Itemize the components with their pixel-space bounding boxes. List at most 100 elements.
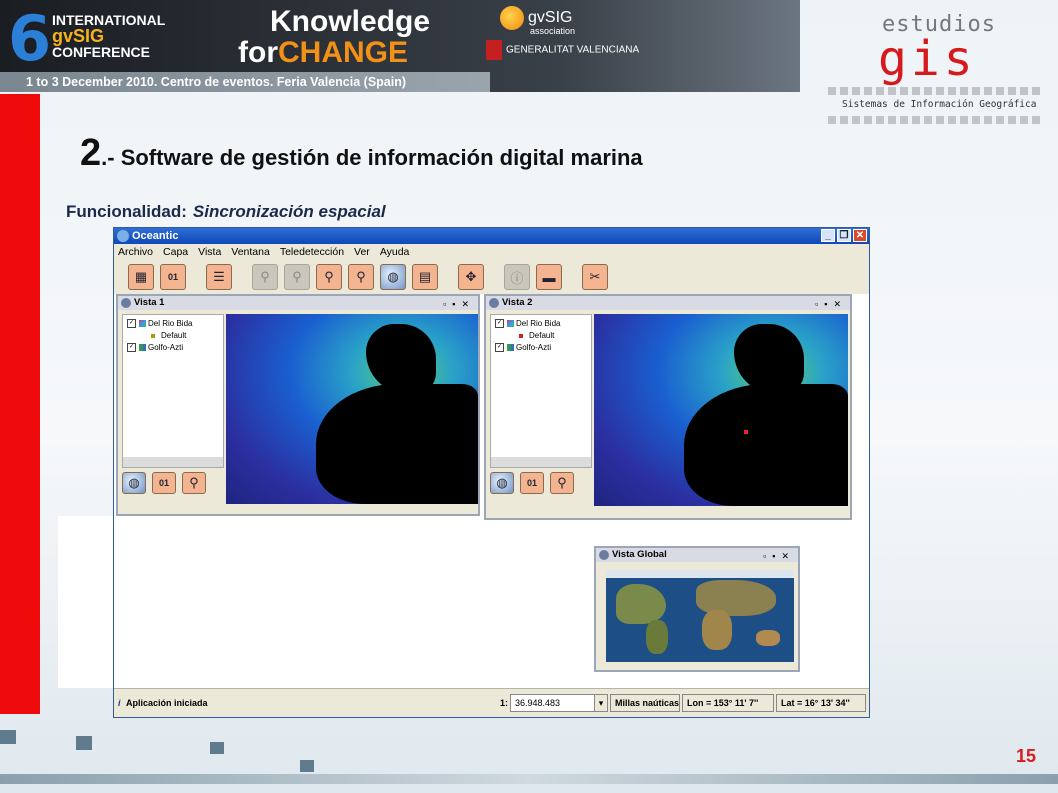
tools-button[interactable]: ✂	[582, 264, 608, 290]
scale-input[interactable]: 36.948.483	[510, 694, 606, 712]
polar-ice	[606, 570, 794, 578]
k4c-change: CHANGE	[278, 36, 409, 69]
info-button[interactable]: ⓘ	[504, 264, 530, 290]
latitude-value: Lat = 16° 13' 34''	[781, 698, 850, 708]
view-toolbar: ◍ 01 ⚲	[122, 472, 206, 494]
scale-value: 36.948.483	[515, 698, 561, 708]
map-canvas[interactable]	[226, 314, 478, 504]
menu-teledeteccion[interactable]: Teledetección	[280, 244, 344, 260]
k4c-line-1: Knowledge	[270, 5, 431, 38]
layer-checkbox[interactable]: ✓	[495, 343, 504, 353]
calendar-icon: 01	[526, 478, 537, 488]
pan-button[interactable]: ✥	[458, 264, 484, 290]
layer-name: Golfo-Azti	[148, 343, 184, 352]
k4c-for: for	[238, 36, 278, 69]
query-icon: ⚲	[189, 475, 199, 490]
view-window-controls[interactable]: ▫▪✕	[443, 297, 475, 311]
view-globe-button[interactable]: ◍	[490, 472, 514, 494]
view-title-bar[interactable]: Vista Global ▫▪✕	[596, 548, 798, 562]
continent	[616, 584, 666, 624]
zoom-out-disabled-button[interactable]: ⚲	[284, 264, 310, 290]
zoom-icon: ⚲	[260, 269, 270, 284]
slide-subtitle: Funcionalidad: Sincronización espacial	[66, 202, 386, 222]
generalitat-logo: GENERALITAT VALENCIANA	[486, 40, 639, 60]
view-title-bar[interactable]: Vista 2 ▫▪✕	[486, 296, 850, 310]
horizontal-scrollbar[interactable]	[491, 457, 591, 467]
hand-icon: ✥	[465, 269, 477, 284]
view-query-button[interactable]: ⚲	[182, 472, 206, 494]
gvsig-assoc: association	[530, 26, 576, 36]
date-button[interactable]: 01	[160, 264, 186, 290]
logo-divider	[828, 116, 1042, 124]
oceantic-window: Oceantic _ ❐ ✕ Archivo Capa Vista Ventan…	[113, 227, 870, 718]
close-button[interactable]: ✕	[853, 229, 867, 242]
menu-vista[interactable]: Vista	[198, 244, 221, 260]
horizontal-scrollbar[interactable]	[123, 457, 223, 467]
estudios-gis-logo: estudios gis Sistemas de Información Geo…	[828, 12, 1042, 138]
layer-name: Del Rio Bida	[516, 319, 561, 328]
view-window-controls[interactable]: ▫▪✕	[815, 297, 847, 311]
menu-ayuda[interactable]: Ayuda	[380, 244, 410, 260]
view-title-bar[interactable]: Vista 1 ▫▪✕	[118, 296, 478, 310]
gvsig-name: gvSIG	[528, 9, 573, 27]
menu-capa[interactable]: Capa	[163, 244, 188, 260]
maximize-button[interactable]: ❐	[837, 229, 851, 242]
layer-row[interactable]: ✓ Golfo-Azti	[127, 343, 184, 353]
layer-checkbox[interactable]: ✓	[495, 319, 504, 329]
view-window-controls[interactable]: ▫▪✕	[763, 549, 795, 563]
view-date-button[interactable]: 01	[520, 472, 544, 494]
layer-checkbox[interactable]: ✓	[127, 319, 136, 329]
menu-ventana[interactable]: Ventana	[231, 244, 270, 260]
title-text: .- Software de gestión de información di…	[101, 145, 643, 170]
conference-name: INTERNATIONAL gvSIG CONFERENCE	[52, 12, 165, 60]
map-canvas[interactable]	[594, 314, 848, 506]
calendar-icon: 01	[158, 478, 169, 488]
layer-checkbox[interactable]: ✓	[127, 343, 136, 353]
window-title: Oceantic	[132, 230, 179, 242]
legend-label: Default	[161, 331, 187, 340]
raster-layer-icon	[507, 320, 514, 328]
view-query-button[interactable]: ⚲	[550, 472, 574, 494]
workspace: Vista 1 ▫▪✕ ✓ Del Rio Bida Default ✓ Golfo…	[114, 294, 869, 690]
measure-button[interactable]: ▬	[536, 264, 562, 290]
raster-layer-icon	[507, 344, 514, 352]
magnifier-plus-icon: ⚲	[324, 269, 334, 284]
scissors-icon: ✂	[589, 269, 601, 284]
menu-ver[interactable]: Ver	[354, 244, 370, 260]
window-title-bar[interactable]: Oceantic _ ❐ ✕	[114, 228, 869, 244]
subtitle-label: Funcionalidad:	[66, 202, 187, 221]
new-view-button[interactable]: ▦	[128, 264, 154, 290]
magnifier-minus-icon: ⚲	[356, 269, 366, 284]
info-icon: ⓘ	[510, 270, 524, 286]
layer-row[interactable]: ✓ Del Rio Bida	[495, 319, 561, 329]
decor-square	[210, 742, 224, 754]
full-extent-button[interactable]: ◍	[380, 264, 406, 290]
query-icon: ⚲	[557, 475, 567, 490]
zoom-in-button[interactable]: ⚲	[316, 264, 342, 290]
layers-button[interactable]: ☰	[206, 264, 232, 290]
globe-icon: ◍	[128, 475, 140, 490]
view-date-button[interactable]: 01	[152, 472, 176, 494]
knowledge-for-change-logo: Knowledge forCHANGE	[238, 6, 430, 68]
accent-bar	[0, 94, 40, 714]
view-window-1: Vista 1 ▫▪✕ ✓ Del Rio Bida Default ✓ Golfo…	[116, 294, 480, 516]
table-button[interactable]: ▤	[412, 264, 438, 290]
legend-row: Default	[519, 331, 554, 340]
minimize-button[interactable]: _	[821, 229, 835, 242]
world-map[interactable]	[606, 570, 794, 662]
layer-name: Del Rio Bida	[148, 319, 193, 328]
layer-row[interactable]: ✓ Del Rio Bida	[127, 319, 193, 329]
menu-archivo[interactable]: Archivo	[118, 244, 153, 260]
logo-subtitle: Sistemas de Información Geográfica	[842, 99, 1037, 110]
legend-label: Default	[529, 331, 555, 340]
conf-line-3: CONFERENCE	[52, 44, 151, 60]
gvsig-association-logo: gvSIG association	[500, 6, 575, 36]
layer-row[interactable]: ✓ Golfo-Azti	[495, 343, 551, 353]
latitude-field: Lat = 16° 13' 34''	[776, 694, 866, 712]
zoom-out-button[interactable]: ⚲	[348, 264, 374, 290]
zoom-in-disabled-button[interactable]: ⚲	[252, 264, 278, 290]
scale-dropdown-button[interactable]: ▾	[594, 694, 608, 712]
logo-divider	[828, 87, 1042, 95]
view-globe-button[interactable]: ◍	[122, 472, 146, 494]
ruler-icon: ▬	[542, 269, 556, 285]
